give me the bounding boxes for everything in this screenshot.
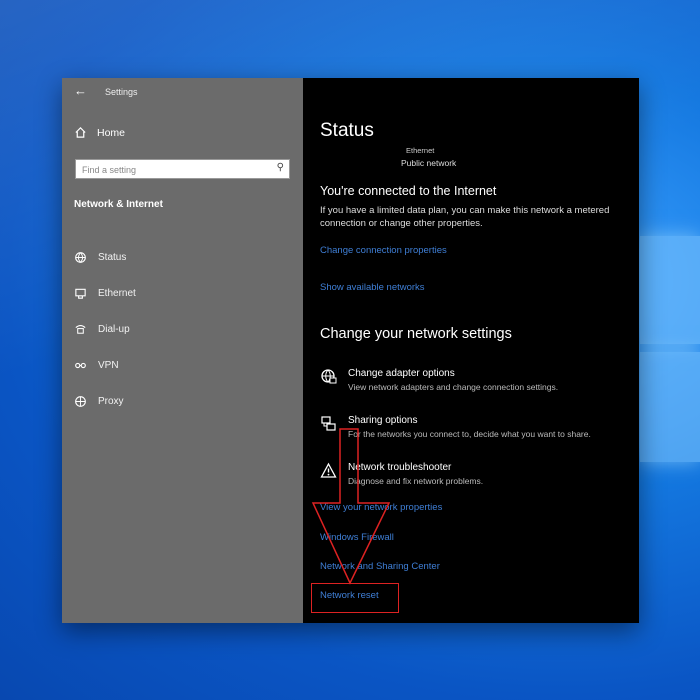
vpn-icon — [75, 362, 86, 368]
proxy-globe-icon — [75, 395, 86, 407]
sidebar: ← Settings Home ⚲ Network & Internet Sta… — [62, 78, 303, 623]
settings-window: ← Settings Home ⚲ Network & Internet Sta… — [62, 78, 639, 623]
sidebar-item-vpn[interactable]: VPN — [74, 347, 136, 383]
home-icon — [75, 127, 86, 138]
sidebar-item-proxy[interactable]: Proxy — [74, 383, 136, 419]
titlebar: ← Settings — [62, 78, 303, 106]
dialup-icon — [75, 324, 86, 334]
back-arrow-icon[interactable]: ← — [74, 83, 87, 98]
search-input[interactable] — [76, 161, 272, 179]
globe-status-icon — [75, 251, 86, 263]
search-icon[interactable]: ⚲ — [277, 162, 284, 173]
sidebar-item-ethernet[interactable]: Ethernet — [74, 275, 136, 311]
home-label: Home — [97, 126, 126, 139]
annotation-arrow-icon — [311, 428, 391, 585]
sidebar-item-label: VPN — [98, 359, 119, 371]
window-title: Settings — [105, 87, 138, 97]
sidebar-item-label: Dial-up — [98, 323, 130, 335]
sidebar-item-dialup[interactable]: Dial-up — [74, 311, 136, 347]
sidebar-item-status[interactable]: Status — [74, 239, 136, 275]
home-nav-item[interactable]: Home — [74, 126, 125, 139]
sidebar-item-label: Ethernet — [98, 287, 136, 299]
search-box[interactable]: ⚲ — [75, 159, 290, 179]
sidebar-item-label: Status — [98, 251, 127, 263]
windows-logo — [640, 236, 700, 466]
ethernet-icon — [75, 288, 86, 299]
content-pane: Status Ethernet Public network You're co… — [303, 78, 639, 623]
section-title: Network & Internet — [74, 199, 163, 210]
sidebar-item-label: Proxy — [98, 395, 124, 407]
sidebar-nav: Status Ethernet Dial-up VPN Proxy — [74, 239, 136, 419]
